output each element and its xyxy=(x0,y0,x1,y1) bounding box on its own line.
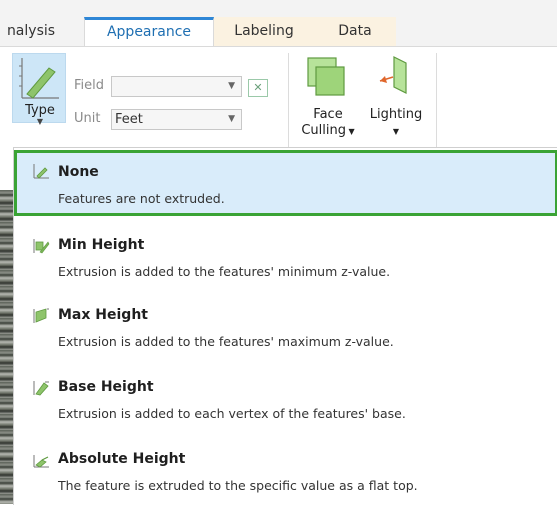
option-description: Extrusion is added to the features' maxi… xyxy=(58,334,394,349)
option-title: None xyxy=(58,164,99,180)
unit-combobox[interactable]: Feet ▼ xyxy=(111,109,242,130)
extrusion-type-dropdown: None Features are not extruded. Min Heig… xyxy=(13,147,557,505)
max-height-icon xyxy=(33,308,49,323)
face-culling-button[interactable]: Face Culling ▼ xyxy=(300,55,356,149)
expression-icon[interactable]: ✕ xyxy=(248,79,268,97)
option-absolute-height[interactable]: Absolute Height The feature is extruded … xyxy=(14,444,557,504)
face-culling-label: Face Culling ▼ xyxy=(300,107,356,140)
face-culling-label-line2: Culling xyxy=(301,123,346,138)
field-label: Field xyxy=(74,78,105,93)
tab-analysis[interactable]: nalysis xyxy=(0,17,62,46)
type-button-label: Type ▼ xyxy=(15,103,65,126)
option-none[interactable]: None Features are not extruded. xyxy=(14,150,557,216)
option-description: Extrusion is added to the features' mini… xyxy=(58,264,391,279)
chevron-down-icon: ▼ xyxy=(228,81,235,91)
field-combobox[interactable]: ▼ xyxy=(111,76,242,97)
option-title: Max Height xyxy=(58,307,148,323)
option-description: Extrusion is added to each vertex of the… xyxy=(58,406,406,421)
lighting-label: Lighting xyxy=(369,107,423,122)
unit-value: Feet xyxy=(115,112,143,127)
chevron-down-icon: ▼ xyxy=(345,127,355,136)
tab-labeling[interactable]: Labeling xyxy=(214,17,314,46)
lighting-label-wrap: Lighting ▼ xyxy=(364,107,428,140)
ribbon-tab-bar: nalysis Appearance Labeling Data xyxy=(0,0,557,46)
option-title: Min Height xyxy=(58,237,145,253)
face-culling-label-line1: Face xyxy=(313,107,343,122)
ribbon-panel: Type ▼ Field ▼ ✕ Unit Feet ▼ Face Cullin… xyxy=(0,46,557,151)
tab-data[interactable]: Data xyxy=(314,17,396,46)
option-base-height[interactable]: Base Height Extrusion is added to each v… xyxy=(14,372,557,432)
option-min-height[interactable]: Min Height Extrusion is added to the fea… xyxy=(14,228,557,288)
min-height-icon xyxy=(33,239,50,254)
option-title: Absolute Height xyxy=(58,451,186,467)
face-culling-icon xyxy=(307,57,345,96)
unit-label: Unit xyxy=(74,111,101,126)
ribbon-divider xyxy=(288,53,289,148)
chevron-down-icon: ▼ xyxy=(228,114,235,124)
base-height-icon xyxy=(33,381,49,396)
lighting-icon xyxy=(379,56,407,94)
absolute-height-icon xyxy=(33,455,49,468)
option-max-height[interactable]: Max Height Extrusion is added to the fea… xyxy=(14,300,557,360)
lighting-button[interactable]: Lighting ▼ xyxy=(364,55,428,149)
type-label-text: Type xyxy=(25,103,55,118)
none-extrusion-icon xyxy=(33,164,49,179)
ribbon-divider xyxy=(436,53,437,148)
chevron-down-icon: ▼ xyxy=(36,117,44,126)
chevron-down-icon: ▼ xyxy=(392,127,400,136)
option-title: Base Height xyxy=(58,379,154,395)
option-description: The feature is extruded to the specific … xyxy=(58,478,418,493)
option-description: Features are not extruded. xyxy=(58,191,225,206)
extrusion-type-icon xyxy=(19,58,59,99)
tab-appearance[interactable]: Appearance xyxy=(84,17,214,46)
